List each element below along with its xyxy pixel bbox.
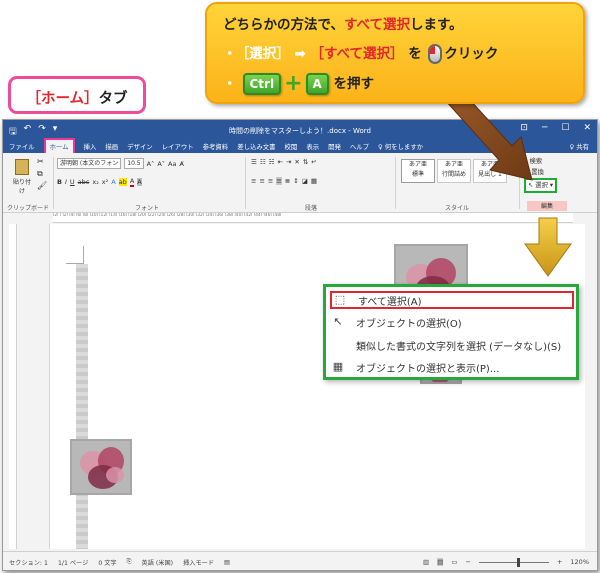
- bullet-icon: ・: [223, 76, 237, 92]
- line1-suffix: します。: [409, 17, 463, 33]
- bullet-icon: ・: [223, 46, 237, 62]
- home-label: ホーム: [40, 91, 85, 107]
- instruction-line-2: ・ ［選択］ ➡ ［すべて選択］ を クリック: [223, 42, 498, 64]
- arrow-to-dropdown: [524, 217, 572, 277]
- instruction-line-1: どちらかの方法で、すべて選択します。: [223, 13, 463, 33]
- bracket-left: ［: [26, 91, 41, 107]
- line2-suffix: クリック: [444, 46, 499, 62]
- ctrl-key-icon: Ctrl: [242, 73, 282, 95]
- plus-icon: +: [284, 71, 303, 96]
- a-key-icon: A: [305, 73, 329, 95]
- instruction-line-3: ・ Ctrl + A を押す: [223, 72, 374, 95]
- line1-highlight: すべて選択: [343, 17, 410, 33]
- line2-select-all: ［すべて選択］: [310, 46, 404, 62]
- bracket-right: ］: [84, 91, 99, 107]
- line2-mid: を: [408, 46, 422, 62]
- home-tab-callout-text: ［ホーム］タブ: [11, 87, 143, 108]
- tab-suffix: タブ: [98, 91, 128, 107]
- line3-suffix: を押す: [333, 76, 375, 92]
- home-tab-callout: ［ホーム］タブ: [8, 76, 146, 114]
- line1-prefix: どちらかの方法で、: [223, 17, 344, 33]
- line2-select: ［選択］: [242, 46, 290, 62]
- right-arrow-icon: ➡: [294, 46, 306, 62]
- tutorial-screenshot: { "callout_main": { "line1_prefix": "どちら…: [0, 0, 600, 573]
- instruction-callout: どちらかの方法で、すべて選択します。 ・ ［選択］ ➡ ［すべて選択］ を クリッ…: [205, 2, 585, 104]
- mouse-left-click-icon: [428, 44, 443, 64]
